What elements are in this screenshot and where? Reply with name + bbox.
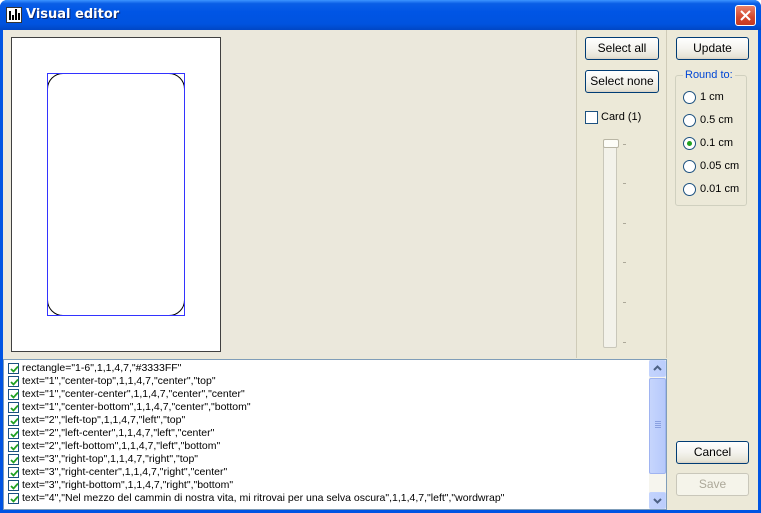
check-icon [10, 404, 19, 412]
check-icon [10, 482, 19, 490]
list-item[interactable]: text="4","Nel mezzo del cammin di nostra… [6, 492, 646, 504]
card-canvas[interactable] [11, 37, 221, 352]
app-icon [6, 7, 22, 23]
list-item[interactable]: text="3","right-bottom",1,1,4,7,"right",… [6, 479, 646, 491]
slider-tick [623, 262, 626, 263]
slider-tick [623, 302, 626, 303]
check-icon [10, 443, 19, 451]
row-text: text="1","center-bottom",1,1,4,7,"center… [22, 401, 251, 413]
scroll-down-button[interactable] [649, 492, 666, 509]
radio-1cm[interactable] [683, 91, 696, 104]
window-title: Visual editor [26, 7, 120, 22]
row-text: text="2","left-bottom",1,1,4,7,"left","b… [22, 440, 221, 452]
row-text: text="1","center-top",1,1,4,7,"center","… [22, 375, 216, 387]
list-item[interactable]: text="1","center-center",1,1,4,7,"center… [6, 388, 646, 400]
scroll-thumb[interactable] [649, 378, 666, 474]
list-scrollbar[interactable] [649, 360, 666, 509]
radio-label: 0.01 cm [700, 183, 740, 195]
row-checkbox[interactable] [8, 493, 19, 504]
select-none-button[interactable]: Select none [585, 70, 659, 93]
row-text: text="2","left-top",1,1,4,7,"left","top" [22, 414, 186, 426]
check-icon [10, 495, 19, 503]
title-bar[interactable]: Visual editor [0, 0, 761, 30]
chevron-down-icon [653, 498, 662, 504]
row-text: text="2","left-center",1,1,4,7,"left","c… [22, 427, 215, 439]
slider-tick [623, 144, 626, 145]
check-icon [10, 430, 19, 438]
row-checkbox[interactable] [8, 415, 19, 426]
check-icon [10, 469, 19, 477]
radio-label: 0.5 cm [700, 114, 734, 126]
list-item[interactable]: rectangle="1-6",1,1,4,7,"#3333FF" [6, 362, 646, 374]
row-checkbox[interactable] [8, 363, 19, 374]
save-button[interactable]: Save [676, 473, 749, 496]
row-text: rectangle="1-6",1,1,4,7,"#3333FF" [22, 362, 182, 374]
row-checkbox[interactable] [8, 389, 19, 400]
selected-rectangle[interactable] [47, 73, 185, 316]
check-icon [10, 365, 19, 373]
check-icon [10, 417, 19, 425]
close-icon [740, 10, 751, 21]
row-text: text="3","right-center",1,1,4,7,"right",… [22, 466, 228, 478]
card-preview-area [3, 30, 577, 358]
check-icon [10, 378, 19, 386]
radio-label: 0.1 cm [700, 137, 734, 149]
round-to-legend: Round to: [683, 69, 735, 81]
dialog-client-area: Select all Select none Card (1) Update R… [3, 30, 758, 510]
element-list[interactable]: rectangle="1-6",1,1,4,7,"#3333FF" text="… [3, 359, 667, 510]
cancel-button[interactable]: Cancel [676, 441, 749, 464]
row-checkbox[interactable] [8, 428, 19, 439]
update-button[interactable]: Update [676, 37, 749, 60]
check-icon [10, 391, 19, 399]
selection-panel: Select all Select none Card (1) [577, 30, 667, 358]
list-item[interactable]: text="1","center-top",1,1,4,7,"center","… [6, 375, 646, 387]
layer-slider-thumb[interactable] [603, 139, 619, 148]
list-item[interactable]: text="2","left-bottom",1,1,4,7,"left","b… [6, 440, 646, 452]
radio-0-05cm[interactable] [683, 160, 696, 173]
row-text: text="3","right-bottom",1,1,4,7,"right",… [22, 479, 234, 491]
chevron-up-icon [653, 365, 662, 371]
list-item[interactable]: text="2","left-top",1,1,4,7,"left","top" [6, 414, 646, 426]
row-checkbox[interactable] [8, 376, 19, 387]
layer-slider-track[interactable] [603, 140, 617, 348]
row-checkbox[interactable] [8, 454, 19, 465]
row-checkbox[interactable] [8, 480, 19, 491]
slider-tick [623, 223, 626, 224]
list-item[interactable]: text="2","left-center",1,1,4,7,"left","c… [6, 427, 646, 439]
card-checkbox-label: Card (1) [601, 111, 642, 123]
list-item[interactable]: text="3","right-top",1,1,4,7,"right","to… [6, 453, 646, 465]
visual-editor-window: Visual editor Select all Select none Car… [0, 0, 761, 513]
radio-label: 0.05 cm [700, 160, 740, 172]
row-text: text="4","Nel mezzo del cammin di nostra… [22, 492, 505, 504]
row-checkbox[interactable] [8, 441, 19, 452]
select-all-button[interactable]: Select all [585, 37, 659, 60]
radio-0-5cm[interactable] [683, 114, 696, 127]
row-text: text="1","center-center",1,1,4,7,"center… [22, 388, 245, 400]
radio-label: 1 cm [700, 91, 724, 103]
scroll-up-button[interactable] [649, 360, 666, 377]
row-checkbox[interactable] [8, 402, 19, 413]
card-checkbox[interactable] [585, 111, 598, 124]
slider-tick [623, 183, 626, 184]
radio-0-01cm[interactable] [683, 183, 696, 196]
list-item[interactable]: text="1","center-bottom",1,1,4,7,"center… [6, 401, 646, 413]
row-checkbox[interactable] [8, 467, 19, 478]
check-icon [10, 456, 19, 464]
slider-tick [623, 342, 626, 343]
list-item[interactable]: text="3","right-center",1,1,4,7,"right",… [6, 466, 646, 478]
close-button[interactable] [735, 5, 756, 26]
row-text: text="3","right-top",1,1,4,7,"right","to… [22, 453, 199, 465]
radio-0-1cm[interactable] [683, 137, 696, 150]
